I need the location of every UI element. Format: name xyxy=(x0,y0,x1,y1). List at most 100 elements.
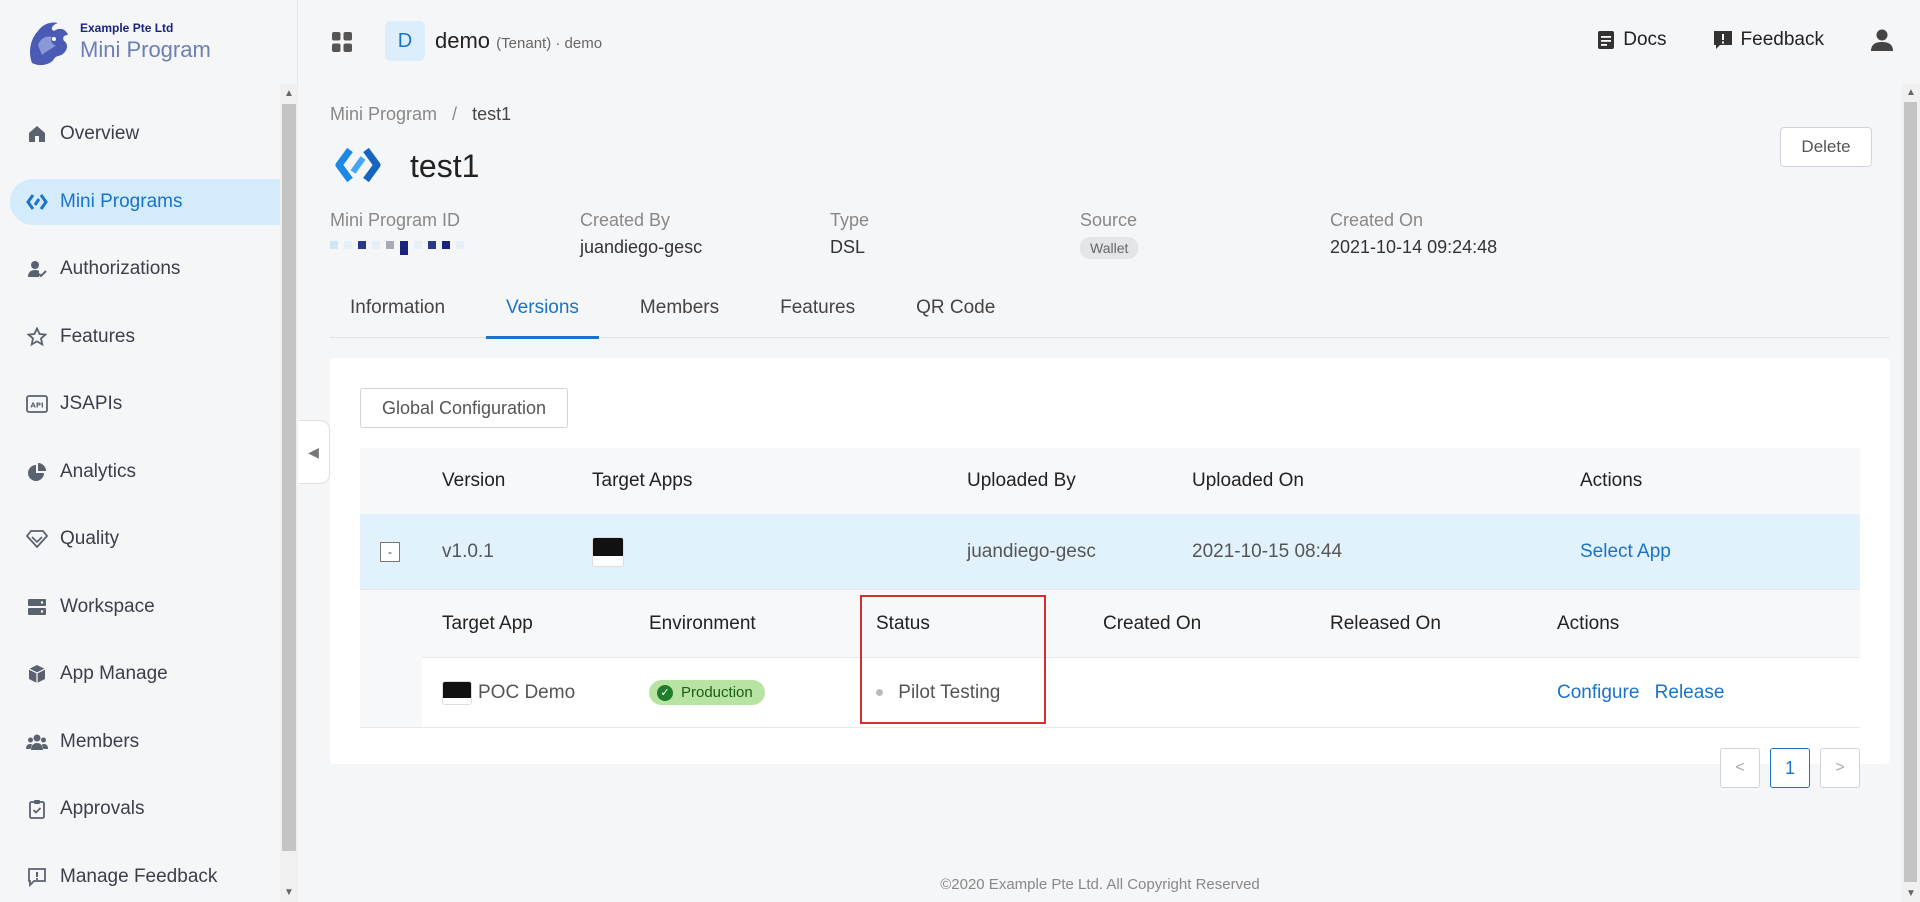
mini-program-id-label: Mini Program ID xyxy=(330,210,461,230)
sidebar-item-members[interactable]: Members xyxy=(10,719,280,765)
tenant-name: demo xyxy=(435,28,491,53)
scroll-up-icon[interactable]: ▲ xyxy=(1906,87,1916,98)
next-page-button[interactable]: > xyxy=(1820,748,1860,788)
column-version: Version xyxy=(442,470,506,491)
sidebar-item-label: Approvals xyxy=(60,798,145,819)
docs-label: Docs xyxy=(1623,29,1667,50)
table-header: Version Target Apps Uploaded By Uploaded… xyxy=(360,448,1860,514)
uploaded-by-value: juandiego-gesc xyxy=(967,540,1096,562)
page-title: test1 xyxy=(410,148,480,184)
sidebar-item-label: Authorizations xyxy=(60,258,181,279)
tab-bar: Information Versions Members Features QR… xyxy=(330,292,1890,339)
tenant-switcher[interactable]: demo (Tenant) · demo xyxy=(435,28,602,54)
box-icon xyxy=(26,663,48,685)
mini-program-id-redacted xyxy=(330,241,580,255)
select-app-link[interactable]: Select App xyxy=(1580,541,1671,562)
created-on-value: 2021-10-14 09:24:48 xyxy=(1330,237,1498,257)
versions-panel: Global Configuration Version Target Apps… xyxy=(330,358,1890,788)
top-actions: Docs Feedback xyxy=(1597,28,1920,52)
product-name: Mini Program xyxy=(80,37,211,62)
home-icon xyxy=(26,123,48,145)
page-button[interactable]: 1 xyxy=(1770,748,1810,788)
release-link[interactable]: Release xyxy=(1655,682,1725,703)
tenant-avatar[interactable]: D xyxy=(385,21,425,61)
column-created-on: Created On xyxy=(1103,612,1202,634)
tab-information[interactable]: Information xyxy=(330,292,465,338)
sidebar-scrollbar[interactable]: ▲ ▼ xyxy=(280,84,298,902)
server-icon xyxy=(26,596,48,618)
scroll-down-icon[interactable]: ▼ xyxy=(1906,888,1916,899)
sidebar-nav: Overview Mini Programs Authorizations Fe… xyxy=(10,111,280,902)
breadcrumb: Mini Program / test1 xyxy=(330,104,511,125)
sidebar-item-jsapis[interactable]: API JSAPIs xyxy=(10,381,280,427)
tab-members[interactable]: Members xyxy=(620,292,739,338)
sidebar-item-label: Overview xyxy=(60,123,140,144)
scroll-down-icon[interactable]: ▼ xyxy=(284,887,294,898)
configure-link[interactable]: Configure xyxy=(1557,682,1639,703)
sidebar-item-quality[interactable]: Quality xyxy=(10,516,280,562)
top-bar: D demo (Tenant) · demo Docs Feedback xyxy=(299,0,1920,84)
logo[interactable]: Example Pte Ltd Mini Program xyxy=(22,14,211,70)
prev-page-button[interactable]: < xyxy=(1720,748,1760,788)
pie-chart-icon xyxy=(26,461,48,483)
subtable-header: Target App Environment Status Created On… xyxy=(422,590,1860,658)
sidebar-item-label: Workspace xyxy=(60,595,155,617)
feedback-icon xyxy=(26,866,48,888)
column-released-on: Released On xyxy=(1330,612,1441,634)
environment-badge: ✓ Production xyxy=(649,680,765,705)
column-target-app: Target App xyxy=(442,612,533,634)
sidebar-item-analytics[interactable]: Analytics xyxy=(10,449,280,495)
breadcrumb-root[interactable]: Mini Program xyxy=(330,104,437,124)
sidebar-item-features[interactable]: Features xyxy=(10,314,280,360)
document-icon xyxy=(1598,31,1615,49)
sidebar-item-authorizations[interactable]: Authorizations xyxy=(10,246,280,292)
scroll-up-icon[interactable]: ▲ xyxy=(284,88,294,99)
collapse-row-button[interactable]: - xyxy=(380,541,400,562)
sidebar-item-label: Analytics xyxy=(60,460,137,482)
target-app-name: POC Demo xyxy=(478,681,576,703)
status-value: Pilot Testing xyxy=(898,681,1001,703)
app-grid-icon[interactable] xyxy=(331,31,353,53)
sidebar-item-workspace[interactable]: Workspace xyxy=(10,584,280,630)
target-app-thumbnail xyxy=(592,536,624,567)
sidebar-item-mini-programs[interactable]: Mini Programs xyxy=(10,178,280,225)
tab-features[interactable]: Features xyxy=(760,292,875,338)
docs-link[interactable]: Docs xyxy=(1597,29,1667,51)
diamond-icon xyxy=(26,528,48,550)
check-circle-icon: ✓ xyxy=(657,684,673,701)
footer-copyright: ©2020 Example Pte Ltd. All Copyright Res… xyxy=(940,876,1260,893)
created-by-value: juandiego-gesc xyxy=(580,237,703,257)
subtable-gutter xyxy=(360,590,422,728)
column-environment: Environment xyxy=(649,612,756,634)
sidebar-item-manage-feedback[interactable]: Manage Feedback xyxy=(10,854,280,900)
column-uploaded-on: Uploaded On xyxy=(1192,470,1304,491)
sidebar-item-label: Quality xyxy=(60,528,120,549)
sidebar-item-approvals[interactable]: Approvals xyxy=(10,786,280,832)
company-name: Example Pte Ltd xyxy=(80,21,174,35)
tab-qr-code[interactable]: QR Code xyxy=(896,292,1015,338)
sidebar-item-overview[interactable]: Overview xyxy=(10,111,280,157)
sidebar: Example Pte Ltd Mini Program Overview Mi… xyxy=(0,0,298,902)
lion-logo-icon xyxy=(30,22,68,66)
sidebar-item-label: App Manage xyxy=(60,663,168,684)
tab-versions[interactable]: Versions xyxy=(486,292,599,339)
sidebar-item-label: Mini Programs xyxy=(60,190,183,212)
user-check-icon xyxy=(26,258,48,280)
global-configuration-button[interactable]: Global Configuration xyxy=(360,388,568,428)
source-label: Source xyxy=(1080,210,1138,230)
source-badge: Wallet xyxy=(1080,237,1139,259)
delete-button[interactable]: Delete xyxy=(1780,127,1872,167)
sidebar-item-label: Features xyxy=(60,325,135,347)
clipboard-icon xyxy=(26,798,48,820)
sidebar-item-app-manage[interactable]: App Manage xyxy=(10,651,280,697)
star-icon xyxy=(26,326,48,348)
main-scrollbar[interactable]: ▲ ▼ xyxy=(1901,84,1920,902)
group-icon xyxy=(26,731,48,753)
feedback-icon xyxy=(1713,31,1732,49)
feedback-link[interactable]: Feedback xyxy=(1713,29,1824,51)
user-icon[interactable] xyxy=(1870,28,1894,52)
scrollbar-thumb[interactable] xyxy=(1904,102,1917,882)
scrollbar-thumb[interactable] xyxy=(282,104,296,851)
pagination: < 1 > xyxy=(1720,748,1860,788)
column-actions: Actions xyxy=(1580,470,1643,491)
